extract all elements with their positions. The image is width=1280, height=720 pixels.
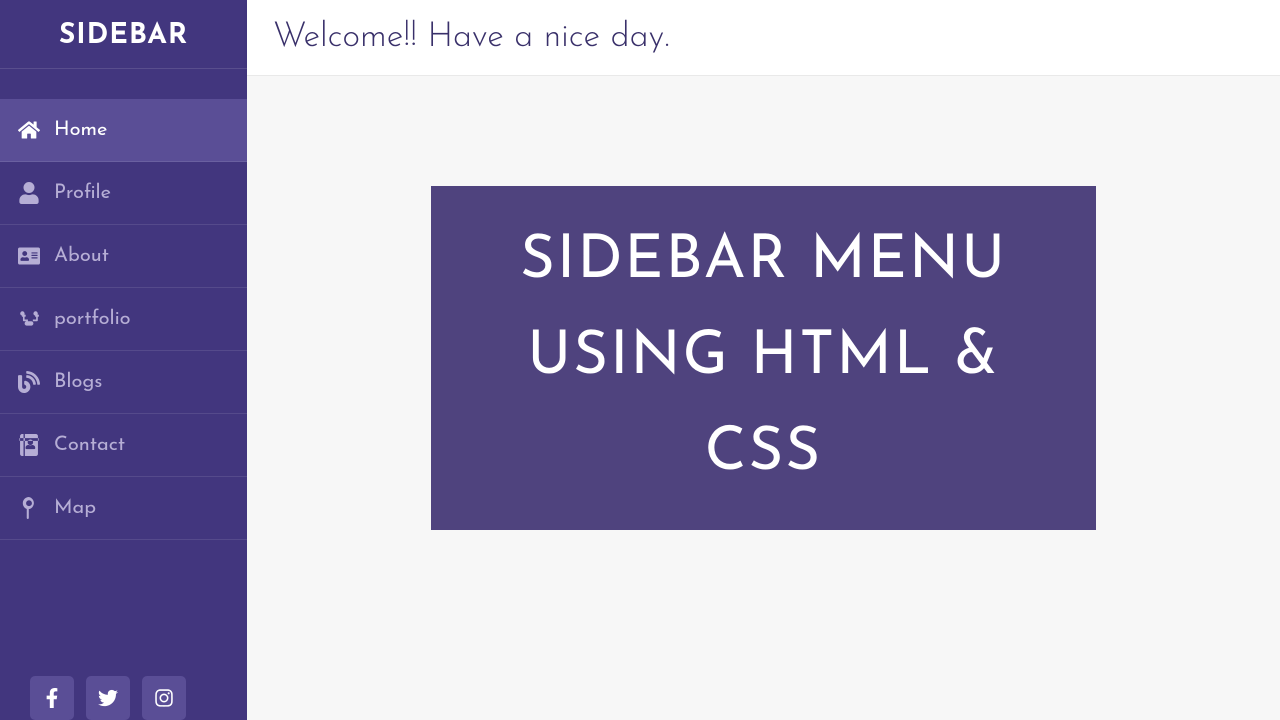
id-card-icon	[18, 245, 40, 267]
sidebar-item-map[interactable]: Map	[0, 477, 247, 540]
map-pin-icon	[18, 497, 40, 519]
social-links	[0, 656, 247, 720]
sidebar-item-label: portfolio	[54, 309, 131, 329]
welcome-header: Welcome!! Have a nice day.	[247, 0, 1280, 76]
twitter-link[interactable]	[86, 676, 130, 720]
facebook-link[interactable]	[30, 676, 74, 720]
address-book-icon	[18, 434, 40, 456]
sidebar-item-label: About	[54, 246, 109, 266]
home-icon	[18, 119, 40, 141]
facebook-icon	[41, 687, 63, 709]
main-area: Welcome!! Have a nice day. SIDEBAR MENU …	[247, 0, 1280, 720]
instagram-link[interactable]	[142, 676, 186, 720]
sidebar: SIDEBAR Home Profile About portfolio	[0, 0, 247, 720]
sidebar-item-profile[interactable]: Profile	[0, 162, 247, 225]
sidebar-item-label: Profile	[54, 183, 111, 203]
content-area: SIDEBAR MENU USING HTML & CSS	[247, 76, 1280, 720]
sidebar-item-label: Map	[54, 498, 96, 518]
sidebar-item-blogs[interactable]: Blogs	[0, 351, 247, 414]
sidebar-item-label: Contact	[54, 435, 125, 455]
sidebar-item-label: Home	[54, 120, 107, 140]
sidebar-item-contact[interactable]: Contact	[0, 414, 247, 477]
instagram-icon	[153, 687, 175, 709]
sidebar-title: SIDEBAR	[0, 0, 247, 69]
user-icon	[18, 182, 40, 204]
project-icon	[18, 308, 40, 330]
sidebar-item-home[interactable]: Home	[0, 99, 247, 162]
sidebar-item-portfolio[interactable]: portfolio	[0, 288, 247, 351]
sidebar-item-label: Blogs	[54, 372, 102, 392]
sidebar-nav: Home Profile About portfolio Blogs	[0, 99, 247, 540]
sidebar-item-about[interactable]: About	[0, 225, 247, 288]
twitter-icon	[97, 687, 119, 709]
hero-card: SIDEBAR MENU USING HTML & CSS	[431, 186, 1096, 530]
blog-icon	[18, 371, 40, 393]
